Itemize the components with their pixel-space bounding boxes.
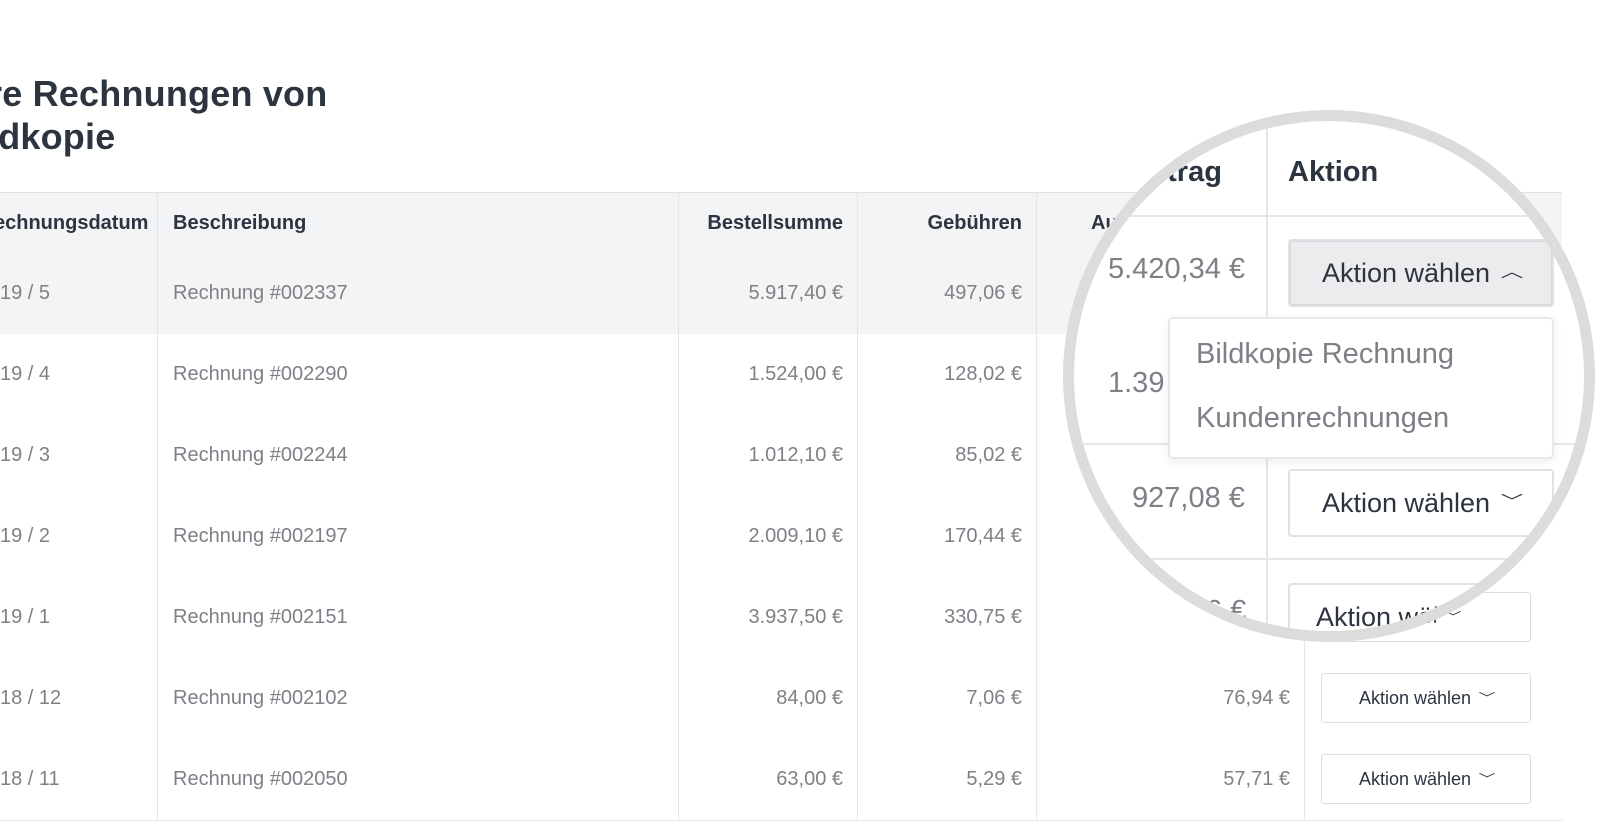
cell-date: 19 / 5 <box>0 282 51 304</box>
cell-fees: 330,75 € <box>944 606 1022 628</box>
cell-description: Rechnung #002197 <box>173 525 348 547</box>
column-divider <box>157 739 158 820</box>
column-divider <box>157 334 158 415</box>
zoom-row3-amount: 927,08 € <box>1132 482 1245 514</box>
cell-order-total: 1.524,00 € <box>748 363 843 385</box>
header-order-total[interactable]: Bestellsumme <box>678 193 843 254</box>
zoom-action-select[interactable]: Aktion wählen ﹀ <box>1288 469 1554 537</box>
cell-date: 18 / 11 <box>0 768 60 790</box>
column-divider <box>157 193 158 254</box>
header-fees[interactable]: Gebühren <box>857 193 1022 254</box>
cell-fees: 7,06 € <box>966 687 1022 709</box>
column-divider <box>1304 658 1305 739</box>
cell-payout: 76,94 € <box>1223 687 1290 709</box>
cell-fees: 128,02 € <box>944 363 1022 385</box>
cell-description: Rechnung #002244 <box>173 444 348 466</box>
action-select-label: Aktion wählen <box>1358 687 1472 708</box>
column-divider <box>157 496 158 577</box>
page-title-line-1: re Rechnungen von <box>0 73 328 114</box>
cell-date: 19 / 1 <box>0 606 51 628</box>
zoom-row-divider <box>1074 215 1584 217</box>
cell-order-total: 2.009,10 € <box>748 525 843 547</box>
cell-description: Rechnung #002337 <box>173 282 348 304</box>
cell-fees: 85,02 € <box>955 444 1022 466</box>
cell-description: Rechnung #002050 <box>173 768 348 790</box>
action-select-label: Aktion wählen <box>1358 768 1472 789</box>
magnifier-lens: etrag Aktion 5.420,34 € 1.39 927,08 € 6 … <box>1063 110 1595 642</box>
zoom-action-select-label: Aktion wählen <box>1321 487 1491 518</box>
cell-date: 19 / 4 <box>0 363 51 385</box>
cell-description: Rechnung #002151 <box>173 606 348 628</box>
chevron-up-icon: ︿ <box>1500 264 1524 281</box>
cell-order-total: 84,00 € <box>776 687 843 709</box>
cell-order-total: 5.917,40 € <box>748 282 843 304</box>
zoom-row1-amount: 5.420,34 € <box>1108 253 1246 285</box>
cell-order-total: 1.012,10 € <box>748 444 843 466</box>
zoom-action-select-label: Aktion wähle <box>1316 601 1470 632</box>
column-divider <box>1036 193 1037 254</box>
action-select[interactable]: Aktion wählen ﹀ <box>1321 754 1531 804</box>
column-divider <box>157 577 158 658</box>
cell-date: 19 / 3 <box>0 444 51 466</box>
header-date[interactable]: echnungsdatum <box>0 193 148 254</box>
cell-order-total: 3.937,50 € <box>748 606 843 628</box>
chevron-down-icon: ﹀ <box>1500 494 1524 511</box>
cell-fees: 497,06 € <box>944 282 1022 304</box>
zoom-row2-amount: 1.39 <box>1108 367 1165 399</box>
action-dropdown-menu: Bildkopie Rechnung Kundenrechnungen <box>1168 317 1554 459</box>
table-row[interactable]: 18 / 11 Rechnung #002050 63,00 € 5,29 € 57,7… <box>0 739 1562 821</box>
zoom-action-select-label: Aktion wählen <box>1321 257 1491 288</box>
action-select[interactable]: Aktion wählen ﹀ <box>1321 673 1531 723</box>
cell-order-total: 63,00 € <box>776 768 843 790</box>
column-divider <box>1304 739 1305 820</box>
header-description[interactable]: Beschreibung <box>173 193 473 254</box>
cell-date: 19 / 2 <box>0 525 51 547</box>
table-row[interactable]: 18 / 12 Rechnung #002102 84,00 € 7,06 € 76,9… <box>0 658 1562 740</box>
column-divider <box>157 415 158 496</box>
column-divider <box>157 658 158 739</box>
zoom-action-select-open[interactable]: Aktion wählen ︿ <box>1288 239 1554 307</box>
chevron-down-icon: ﹀ <box>1478 691 1496 705</box>
zoom-header-action: Aktion <box>1288 156 1379 188</box>
cell-date: 18 / 12 <box>0 687 62 709</box>
cell-description: Rechnung #002290 <box>173 363 348 385</box>
cell-fees: 170,44 € <box>944 525 1022 547</box>
zoom-header-amount: etrag <box>1151 156 1222 188</box>
cell-payout: 57,71 € <box>1223 768 1290 790</box>
zoom-row-divider <box>1074 558 1584 560</box>
cell-description: Rechnung #002102 <box>173 687 348 709</box>
zoom-row4-amount: 6 € <box>1206 595 1247 627</box>
page-title: re Rechnungen von ldkopie <box>0 72 327 158</box>
page-title-line-2: ldkopie <box>0 116 116 157</box>
menu-item-bildkopie-rechnung[interactable]: Bildkopie Rechnung <box>1196 338 1454 371</box>
column-divider <box>157 253 158 334</box>
chevron-down-icon: ﹀ <box>1478 772 1496 786</box>
menu-item-kundenrechnungen[interactable]: Kundenrechnungen <box>1196 402 1449 435</box>
cell-fees: 5,29 € <box>966 768 1022 790</box>
